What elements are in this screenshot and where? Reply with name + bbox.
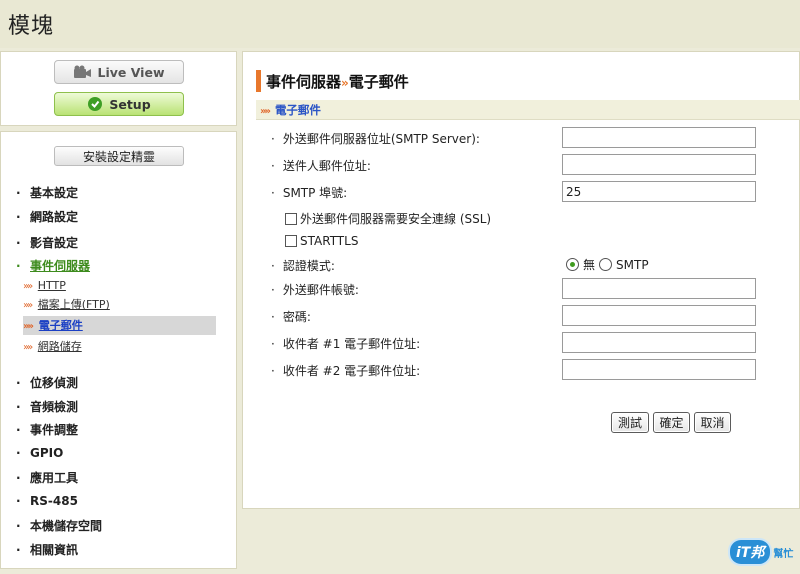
smtp-server-input[interactable] <box>562 127 756 148</box>
ssl-option[interactable]: 外送郵件伺服器需要安全連線 (SSL) <box>285 210 491 227</box>
setup-icon <box>87 96 103 112</box>
auth-mode-label: · 認證模式: <box>271 259 335 273</box>
sidebar-item-av[interactable]: · 影音設定 <box>16 234 78 251</box>
auth-smtp-radio[interactable] <box>599 258 613 271</box>
main-panel: 事件伺服器»電子郵件 »» 電子郵件 · 外送郵件伺服器位址(SMTP Serve… <box>242 51 800 509</box>
cancel-button[interactable]: 取消 <box>694 412 731 433</box>
setup-wizard-button[interactable]: 安裝設定精靈 <box>54 146 184 166</box>
password-input[interactable] <box>562 305 756 326</box>
sidebar-item-event-server[interactable]: · 事件伺服器 <box>16 257 90 274</box>
liveview-label: Live View <box>97 64 165 80</box>
watermark-logo: iT邦 幫忙 <box>730 540 793 564</box>
smtp-port-input[interactable] <box>562 181 756 202</box>
app-header: 模塊 <box>0 0 800 48</box>
sidebar-item-rs485[interactable]: · RS-485 <box>16 494 78 508</box>
auth-none-radio[interactable] <box>566 258 579 271</box>
sidebar-item-motion[interactable]: · 位移偵測 <box>16 374 78 391</box>
app-title: 模塊 <box>8 14 55 39</box>
auth-none-label: 無 <box>583 258 596 272</box>
recipient2-input[interactable] <box>562 359 756 380</box>
sidebar-item-info[interactable]: · 相關資訊 <box>16 541 78 558</box>
starttls-checkbox[interactable] <box>285 235 297 247</box>
camera-icon <box>73 65 92 79</box>
starttls-label: STARTTLS <box>300 234 359 248</box>
page-title-main: 事件伺服器 <box>266 72 342 91</box>
page-title-wrap: 事件伺服器»電子郵件 <box>256 70 409 92</box>
password-label: · 密碼: <box>271 310 311 324</box>
sender-label: · 送件人郵件位址: <box>271 159 371 173</box>
setup-label: Setup <box>109 96 151 112</box>
recipient1-input[interactable] <box>562 332 756 353</box>
sidebar-subitem-ftp[interactable]: »» 檔案上傳(FTP) <box>23 295 110 314</box>
sidebar-subitem-http[interactable]: »» HTTP <box>23 276 66 295</box>
liveview-button[interactable]: Live View <box>54 60 184 84</box>
page-title-separator: » <box>341 75 349 90</box>
page-title: 事件伺服器»電子郵件 <box>266 71 409 92</box>
account-input[interactable] <box>562 278 756 299</box>
setup-button[interactable]: Setup <box>54 92 184 116</box>
smtp-port-label: · SMTP 埠號: <box>271 186 348 200</box>
page-title-sub: 電子郵件 <box>348 72 409 91</box>
smtp-server-label: · 外送郵件伺服器位址(SMTP Server): <box>271 132 480 146</box>
sidebar-item-local-storage[interactable]: · 本機儲存空間 <box>16 517 102 534</box>
sender-email-input[interactable] <box>562 154 756 175</box>
title-accent-bar <box>256 70 261 92</box>
sidebar-item-tools[interactable]: · 應用工具 <box>16 469 78 486</box>
test-button[interactable]: 測試 <box>611 412 649 433</box>
sidebar-subitem-email[interactable]: »» 電子郵件 <box>23 316 216 335</box>
confirm-button[interactable]: 確定 <box>653 412 690 433</box>
auth-mode-options: 無 SMTP <box>566 256 649 273</box>
sidebar-item-network[interactable]: · 網路設定 <box>16 208 78 225</box>
recipient1-label: · 收件者 #1 電子郵件位址: <box>271 337 421 351</box>
sidebar-item-event-adjust[interactable]: · 事件調整 <box>16 421 78 438</box>
starttls-option[interactable]: STARTTLS <box>285 234 358 248</box>
ssl-checkbox[interactable] <box>285 212 297 225</box>
ssl-label: 外送郵件伺服器需要安全連線 (SSL) <box>300 212 492 226</box>
watermark-badge: iT邦 <box>730 540 771 564</box>
sidebar-item-audio-detect[interactable]: · 音頻檢測 <box>16 398 78 415</box>
recipient2-label: · 收件者 #2 電子郵件位址: <box>271 364 421 378</box>
sidebar-subitem-netstorage[interactable]: »» 網路儲存 <box>23 337 82 356</box>
sidebar-item-gpio[interactable]: · GPIO <box>16 446 63 460</box>
auth-smtp-label: SMTP <box>616 257 649 272</box>
account-label: · 外送郵件帳號: <box>271 283 359 297</box>
section-arrow-icon: »» <box>260 106 271 117</box>
watermark-text: 幫忙 <box>773 548 794 560</box>
sidebar-item-basic[interactable]: · 基本設定 <box>16 184 78 201</box>
section-header: »» 電子郵件 <box>256 100 800 120</box>
sidebar-menu: 安裝設定精靈 · 基本設定 · 網路設定 · 影音設定 · 事件伺服器 »» HTTP … <box>0 131 237 569</box>
mode-panel: Live View Setup <box>0 51 237 126</box>
section-title: 電子郵件 <box>274 103 321 117</box>
